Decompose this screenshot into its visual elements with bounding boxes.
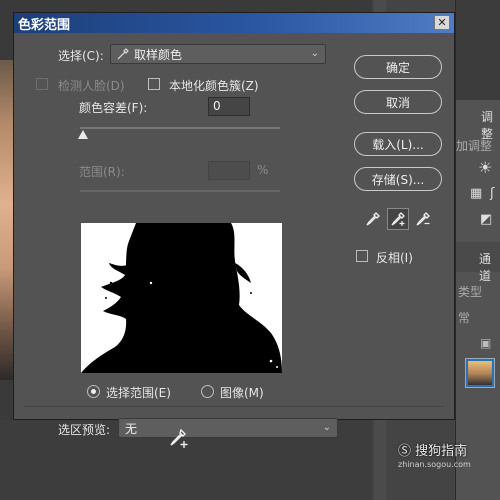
eyedropper-icon [117, 48, 129, 60]
watermark-text: 搜狗指南 [415, 444, 468, 459]
cancel-button[interactable]: 取消 [354, 90, 442, 114]
eyedropper-button[interactable] [362, 208, 384, 230]
exposure-icon[interactable]: ◩ [480, 212, 492, 227]
image-radio-label: 图像(M) [220, 386, 264, 400]
watermark-logo-icon: Ⓢ [398, 444, 412, 459]
detect-faces-label: 检测人脸(D) [58, 79, 125, 93]
fuzziness-slider-thumb[interactable] [78, 130, 88, 139]
ok-button[interactable]: 确定 [354, 55, 442, 79]
load-button[interactable]: 载入(L)... [354, 132, 442, 156]
close-icon: ✕ [437, 16, 447, 29]
eyedropper-plus-icon [391, 212, 405, 226]
dialog-title: 色彩范围 [18, 17, 71, 33]
save-button[interactable]: 存储(S)... [354, 167, 442, 191]
ok-label: 确定 [385, 60, 410, 75]
eyedropper-icon [366, 212, 380, 226]
detect-faces-checkbox[interactable] [36, 78, 48, 90]
watermark-url: zhinan.sogou.com [398, 460, 471, 469]
curves-icon[interactable]: ʃ [490, 186, 494, 201]
invert-label: 反相(I) [376, 251, 413, 265]
selection-radio-label: 选择范围(E) [106, 386, 171, 400]
invert-checkbox[interactable] [356, 250, 368, 262]
selection-preview-dropdown[interactable]: 无 ⌄ [118, 418, 338, 438]
chevron-down-icon: ⌄ [310, 48, 319, 59]
cancel-label: 取消 [385, 95, 410, 110]
canvas-image-edge [0, 60, 14, 380]
layer-thumbnail[interactable] [465, 358, 495, 388]
localized-clusters-label: 本地化颜色簇(Z) [169, 79, 259, 93]
brightness-icon[interactable]: ☀ [478, 158, 492, 177]
localized-clusters-checkbox[interactable] [148, 78, 160, 90]
eyedropper-plus-cursor-icon [168, 428, 190, 453]
image-radio[interactable] [201, 385, 214, 398]
eyedropper-add-button[interactable] [387, 208, 409, 230]
tab-channels[interactable]: 通道 [479, 250, 500, 284]
selection-radio[interactable] [87, 385, 100, 398]
selection-preview-value: 无 [125, 421, 138, 436]
range-label: 范围(R): [79, 165, 125, 179]
range-slider-track[interactable] [80, 190, 280, 192]
fuzziness-label: 颜色容差(F): [79, 101, 148, 115]
color-range-dialog: 色彩范围 ✕ 选择(C): 取样颜色 ⌄ 检测人脸(D) 本地化颜色簇(Z) 颜… [13, 12, 455, 438]
load-label: 载入(L)... [372, 137, 424, 152]
selection-preview-label: 选区预览: [58, 423, 111, 437]
chevron-down-icon: ⌄ [322, 422, 331, 433]
add-adjustment-label: 加调整 [456, 139, 493, 153]
eyedropper-minus-icon [416, 212, 430, 226]
fuzziness-slider-track[interactable] [80, 127, 280, 129]
select-label: 选择(C): [58, 49, 104, 63]
layer-filter-type[interactable]: 类型 [458, 283, 482, 300]
range-unit: % [257, 163, 269, 177]
select-dropdown[interactable]: 取样颜色 ⌄ [110, 44, 326, 64]
fuzziness-input[interactable]: 0 [208, 97, 250, 116]
dialog-titlebar[interactable]: 色彩范围 [14, 13, 454, 33]
right-panel: 调整 加调整 ☀ ▦ ʃ ◩ 通道 类型 常 ▣ [455, 0, 500, 500]
blend-mode[interactable]: 常 [458, 309, 470, 326]
watermark-brand: Ⓢ 搜狗指南 [398, 440, 498, 459]
layer-thumbnail-image [468, 361, 492, 385]
selection-preview[interactable] [81, 223, 282, 373]
save-label: 存储(S)... [371, 172, 425, 187]
panel-dark-area [456, 0, 500, 100]
levels-icon[interactable]: ▦ [470, 186, 482, 201]
close-button[interactable]: ✕ [434, 15, 450, 30]
selection-mask-image [81, 223, 282, 373]
lock-pixels-icon[interactable]: ▣ [480, 336, 491, 350]
range-input[interactable] [208, 161, 250, 180]
eyedropper-subtract-button[interactable] [412, 208, 434, 230]
select-value: 取样颜色 [134, 47, 183, 62]
divider [24, 406, 444, 407]
